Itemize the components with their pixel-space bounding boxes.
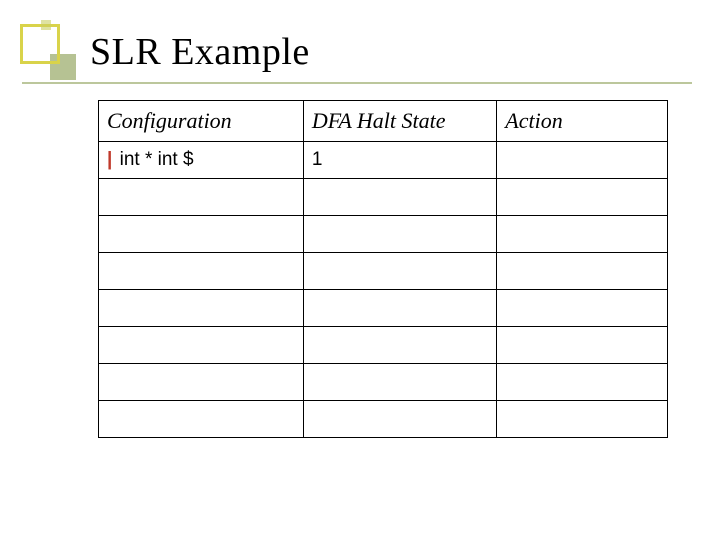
- parse-table: Configuration DFA Halt State Action | in…: [98, 100, 668, 438]
- slide: SLR Example Configuration DFA Halt State…: [0, 0, 720, 540]
- cell-configuration: | int * int $: [99, 142, 304, 179]
- cell-halt: [303, 216, 496, 253]
- page-title: SLR Example: [90, 30, 310, 74]
- cell-action: [497, 401, 668, 438]
- cell-halt: [303, 179, 496, 216]
- cursor-bar: [107, 408, 109, 429]
- cell-configuration: [99, 216, 304, 253]
- cell-halt: [303, 364, 496, 401]
- cell-configuration: [99, 179, 304, 216]
- table-row: [99, 290, 668, 327]
- table-row: [99, 401, 668, 438]
- cell-halt: [303, 253, 496, 290]
- slr-table: Configuration DFA Halt State Action | in…: [98, 100, 668, 438]
- cell-configuration: [99, 253, 304, 290]
- cell-halt: 1: [303, 142, 496, 179]
- col-header-halt-state: DFA Halt State: [303, 101, 496, 142]
- table-row: [99, 327, 668, 364]
- cursor-bar: [107, 186, 109, 207]
- col-header-action: Action: [497, 101, 668, 142]
- cell-halt: [303, 327, 496, 364]
- table-row: [99, 253, 668, 290]
- cell-configuration: [99, 364, 304, 401]
- cell-action: [497, 364, 668, 401]
- table-row: [99, 216, 668, 253]
- table-row: [99, 179, 668, 216]
- cell-config-text: int * int $: [114, 149, 193, 170]
- cursor-bar: [107, 223, 109, 244]
- table-row: | int * int $ 1: [99, 142, 668, 179]
- cell-action: [497, 216, 668, 253]
- cursor-bar: [107, 334, 109, 355]
- table-row: [99, 364, 668, 401]
- cursor-bar: [107, 371, 109, 392]
- cell-configuration: [99, 401, 304, 438]
- col-header-configuration: Configuration: [99, 101, 304, 142]
- cell-action: [497, 179, 668, 216]
- title-underline: [22, 82, 692, 84]
- cell-configuration: [99, 327, 304, 364]
- decor-square-outline: [20, 24, 60, 64]
- cell-action: [497, 327, 668, 364]
- cell-action: [497, 290, 668, 327]
- cell-halt: [303, 290, 496, 327]
- decor-square-accent: [41, 20, 51, 30]
- cursor-bar: [107, 260, 109, 281]
- table-header-row: Configuration DFA Halt State Action: [99, 101, 668, 142]
- cell-configuration: [99, 290, 304, 327]
- cell-halt: [303, 401, 496, 438]
- cell-action: [497, 142, 668, 179]
- cell-action: [497, 253, 668, 290]
- cursor-bar: [107, 297, 109, 318]
